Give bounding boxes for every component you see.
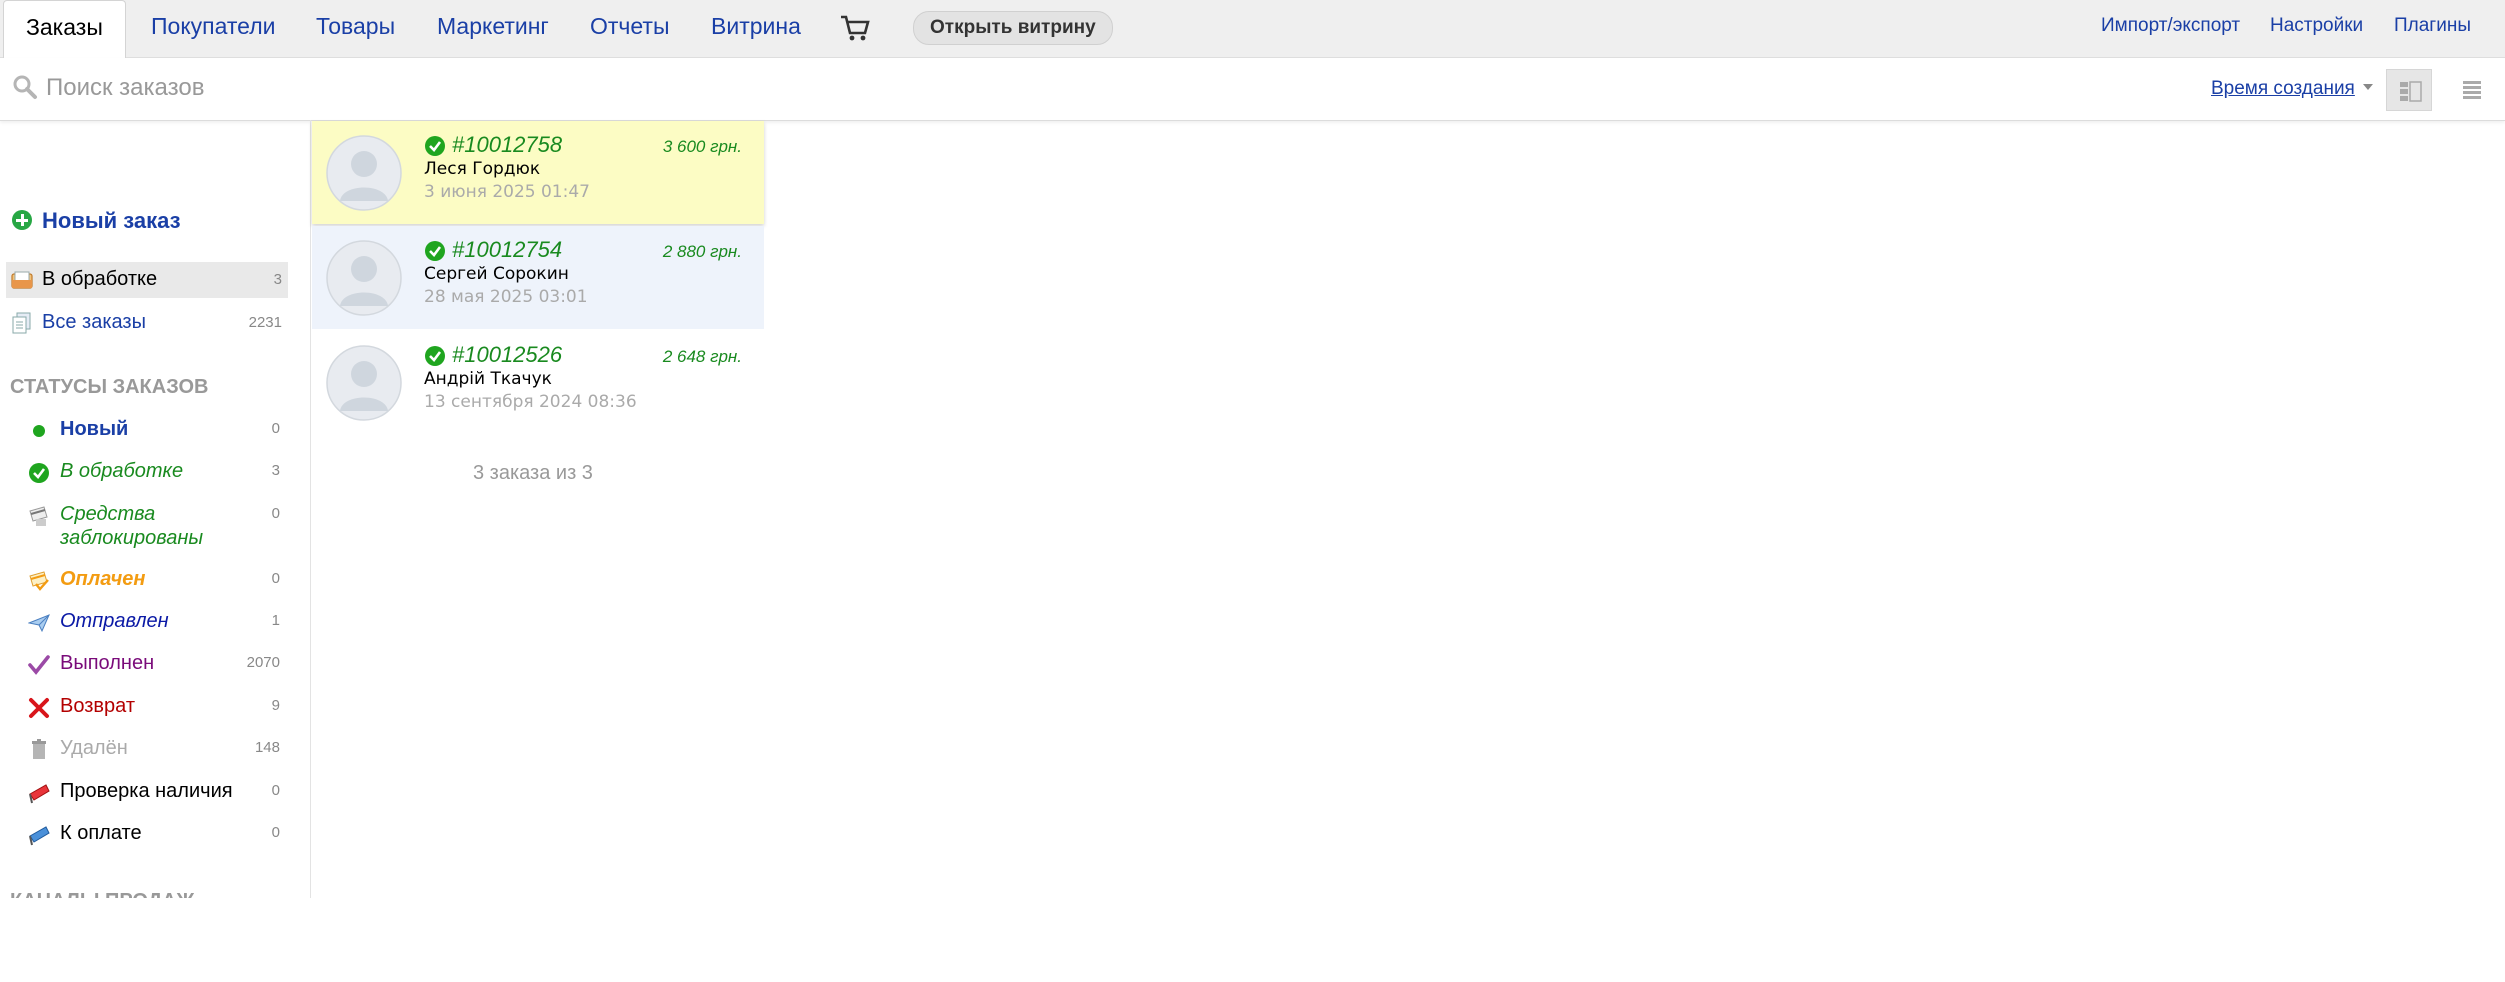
order-number: #10012754 <box>452 237 563 262</box>
sidebar-item-label: В обработке <box>42 268 158 290</box>
sidebar-item-processing[interactable]: В обработке 3 <box>6 262 288 298</box>
green-check-icon <box>425 136 445 156</box>
tab-reports[interactable]: Отчеты <box>590 0 670 57</box>
order-number: #10012526 <box>452 342 563 367</box>
red-cross-icon <box>29 698 49 718</box>
table-view-icon <box>2463 81 2481 99</box>
order-price: 2 880 грн. <box>662 242 742 261</box>
orders-count-summary: 3 заказа из 3 <box>473 462 593 484</box>
status-label: Средства заблокированы <box>60 503 204 549</box>
top-navigation: Заказы Покупатели Товары Маркетинг Отчет… <box>0 0 2505 58</box>
order-statuses-title: СТАТУСЫ ЗАКАЗОВ <box>10 376 209 398</box>
status-label: Проверка наличия <box>60 780 233 802</box>
status-count: 0 <box>271 824 280 841</box>
status-label: В обработке <box>60 460 184 482</box>
order-number: #10012758 <box>452 132 563 157</box>
status-count: 9 <box>271 697 280 714</box>
tab-products[interactable]: Товары <box>316 0 395 57</box>
order-price: 2 648 грн. <box>662 347 742 366</box>
green-check-icon <box>425 241 445 261</box>
status-count: 0 <box>271 420 280 437</box>
settings-link[interactable]: Настройки <box>2270 0 2363 52</box>
status-label: Выполнен <box>60 652 155 674</box>
status-label: Возврат <box>60 695 135 717</box>
sidebar-item-label: Все заказы <box>42 311 146 333</box>
red-flag-icon <box>29 784 50 804</box>
order-date: 3 июня 2025 01:47 <box>424 182 590 202</box>
order-list-item[interactable]: #10012754 2 880 грн. Сергей Сорокин 28 м… <box>312 226 764 329</box>
purple-check-icon <box>28 655 50 675</box>
status-count: 1 <box>271 612 280 629</box>
status-label: К оплате <box>60 822 142 844</box>
tab-storefront[interactable]: Витрина <box>711 0 801 57</box>
sales-channels-title: КАНАЛЫ ПРОДАЖ <box>10 888 194 898</box>
order-customer: Леся Гордюк <box>424 159 541 179</box>
status-count: 0 <box>271 782 280 799</box>
order-price: 3 600 грн. <box>662 137 742 156</box>
status-label: Оплачен <box>60 568 146 590</box>
plus-circle-icon <box>12 210 32 230</box>
sidebar-item-count: 2231 <box>248 314 282 331</box>
search-input[interactable] <box>46 70 946 106</box>
status-count: 3 <box>271 462 280 479</box>
order-date: 13 сентября 2024 08:36 <box>424 392 637 412</box>
paid-icon <box>29 571 49 591</box>
split-view-button[interactable] <box>2386 69 2432 111</box>
sort-caret-icon[interactable] <box>2363 84 2373 90</box>
avatar <box>326 240 402 316</box>
status-label: Новый <box>60 418 129 440</box>
sidebar-item-all-orders[interactable]: Все заказы 2231 <box>6 305 288 341</box>
sidebar-divider <box>310 120 311 898</box>
green-dot-icon <box>33 425 45 437</box>
table-view-button[interactable] <box>2449 69 2495 111</box>
inbox-icon <box>11 271 33 289</box>
blue-flag-icon <box>29 826 50 846</box>
tab-orders[interactable]: Заказы <box>3 0 126 58</box>
split-view-icon <box>2400 81 2422 102</box>
order-list-item[interactable]: #10012758 3 600 грн. Леся Гордюк 3 июня … <box>312 121 764 224</box>
status-label: Отправлен <box>60 610 169 632</box>
open-storefront-button[interactable]: Открыть витрину <box>913 11 1113 45</box>
avatar <box>326 345 402 421</box>
avatar <box>326 135 402 211</box>
tab-marketing[interactable]: Маркетинг <box>437 0 549 57</box>
tab-customers[interactable]: Покупатели <box>151 0 275 57</box>
order-date: 28 мая 2025 03:01 <box>424 287 588 307</box>
status-count: 0 <box>271 505 280 522</box>
search-icon <box>13 75 37 99</box>
status-count: 0 <box>271 570 280 587</box>
order-customer: Сергей Сорокин <box>424 264 569 284</box>
new-order-label: Новый заказ <box>42 208 181 233</box>
status-label: Удалён <box>60 737 128 759</box>
order-customer: Андрій Ткачук <box>424 369 552 389</box>
trash-icon <box>32 739 46 759</box>
paper-plane-icon <box>28 614 50 633</box>
documents-icon <box>12 312 31 334</box>
status-count: 2070 <box>246 654 280 671</box>
sort-by-created-link[interactable]: Время создания <box>2211 78 2355 100</box>
status-count: 148 <box>254 739 280 756</box>
cart-icon[interactable] <box>840 14 870 42</box>
plugins-link[interactable]: Плагины <box>2394 0 2471 52</box>
order-list-item[interactable]: #10012526 2 648 грн. Андрій Ткачук 13 се… <box>312 331 764 434</box>
card-lock-icon <box>29 506 48 526</box>
green-check-icon <box>29 463 49 483</box>
import-export-link[interactable]: Импорт/экспорт <box>2101 0 2240 52</box>
sidebar-item-count: 3 <box>273 271 282 288</box>
green-check-icon <box>425 346 445 366</box>
